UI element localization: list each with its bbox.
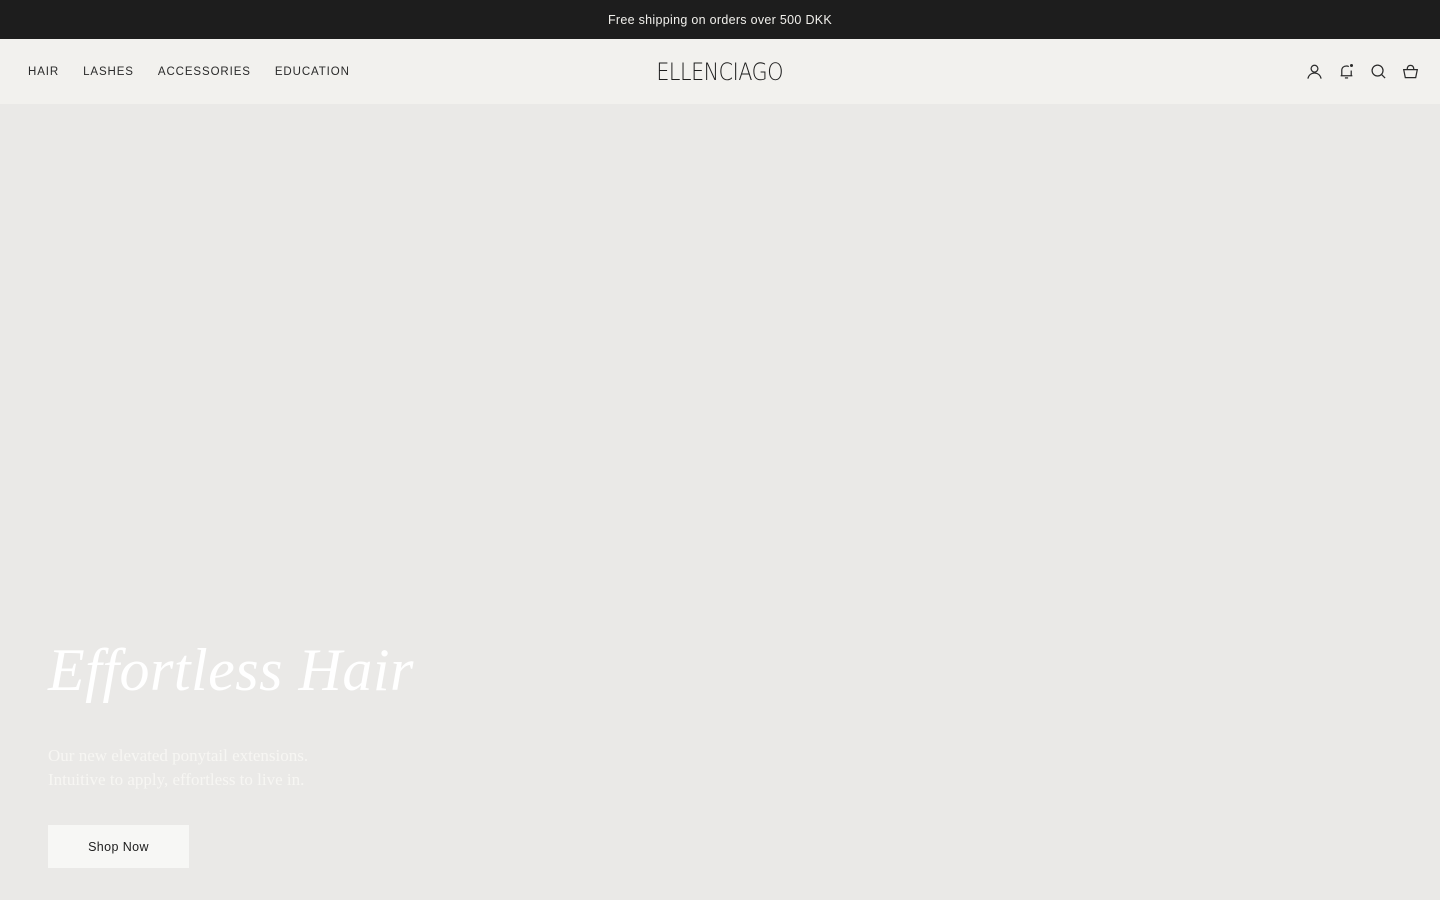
hero-title: Effortless Hair	[48, 637, 414, 703]
search-icon[interactable]	[1368, 62, 1388, 82]
hero-subtitle-line: Our new elevated ponytail extensions.	[48, 746, 309, 765]
announcement-bar: Free shipping on orders over 500 DKK	[0, 0, 1440, 39]
cart-basket-icon[interactable]	[1400, 62, 1420, 82]
nav-item-accessories[interactable]: ACCESSORIES	[158, 66, 251, 78]
account-icon[interactable]	[1304, 62, 1324, 82]
header-icons	[1304, 39, 1420, 104]
site-header: HAIR LASHES ACCESSORIES EDUCATION ELLENC…	[0, 39, 1440, 104]
nav-item-lashes[interactable]: LASHES	[83, 66, 134, 78]
hero-banner: Effortless Hair Our new elevated ponytai…	[0, 104, 1440, 900]
hero-subtitle: Our new elevated ponytail extensions. In…	[48, 744, 308, 792]
nav-item-education[interactable]: EDUCATION	[275, 66, 350, 78]
site-logo[interactable]: ELLENCIAGO	[657, 58, 784, 86]
nav-item-hair[interactable]: HAIR	[28, 66, 59, 78]
hero-subtitle-line: Intuitive to apply, effortless to live i…	[48, 770, 305, 789]
main-nav: HAIR LASHES ACCESSORIES EDUCATION	[28, 39, 374, 104]
announcement-text: Free shipping on orders over 500 DKK	[607, 12, 833, 27]
shop-now-button[interactable]: Shop Now	[48, 825, 189, 868]
notification-bell-icon[interactable]	[1336, 62, 1356, 82]
